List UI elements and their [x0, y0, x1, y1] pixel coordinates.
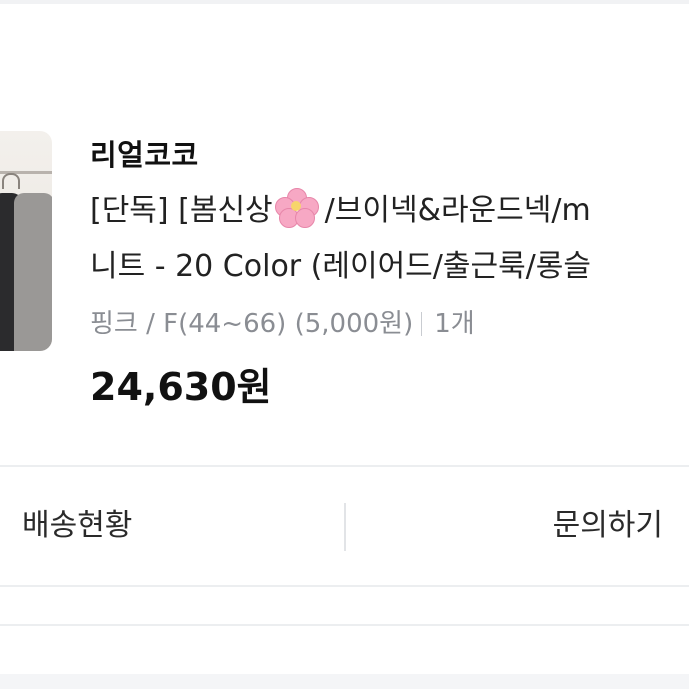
product-thumbnail[interactable]: [0, 131, 52, 351]
bottom-section-background: [0, 674, 689, 689]
product-title-line-1[interactable]: [단독] [봄신상 /브이넥&라운드넥/m: [90, 185, 591, 229]
delivery-status-button[interactable]: 배송현황: [22, 467, 132, 585]
order-price: 24,630원: [90, 365, 272, 409]
cherry-blossom-icon: [273, 188, 325, 228]
option-separator: [421, 312, 423, 336]
product-title-line-2[interactable]: 니트 - 20 Color (레이어드/출근룩/롱슬: [90, 241, 591, 285]
section-divider: [0, 624, 689, 626]
thumbnail-hanger: [2, 173, 20, 189]
product-option: 핑크 / F(44~66) (5,000원) 1개: [90, 303, 475, 340]
option-text: 핑크 / F(44~66) (5,000원): [90, 309, 414, 339]
product-title-suffix: /브이넥&라운드넥/m: [324, 193, 591, 228]
order-action-bar: 배송현황 문의하기: [0, 465, 689, 587]
order-item-card[interactable]: 리얼코코 [단독] [봄신상 /브이넥&라운드넥/m 니트 - 20 Color…: [0, 100, 689, 409]
quantity-text: 1개: [434, 309, 475, 339]
thumbnail-garment: [14, 193, 52, 351]
action-divider: [344, 503, 346, 551]
order-detail-page: 리얼코코 [단독] [봄신상 /브이넥&라운드넥/m 니트 - 20 Color…: [0, 0, 689, 689]
top-divider: [0, 0, 689, 4]
shop-name[interactable]: 리얼코코: [90, 132, 199, 174]
inquiry-button[interactable]: 문의하기: [553, 467, 663, 585]
product-title-prefix: [단독] [봄신상: [90, 193, 273, 228]
